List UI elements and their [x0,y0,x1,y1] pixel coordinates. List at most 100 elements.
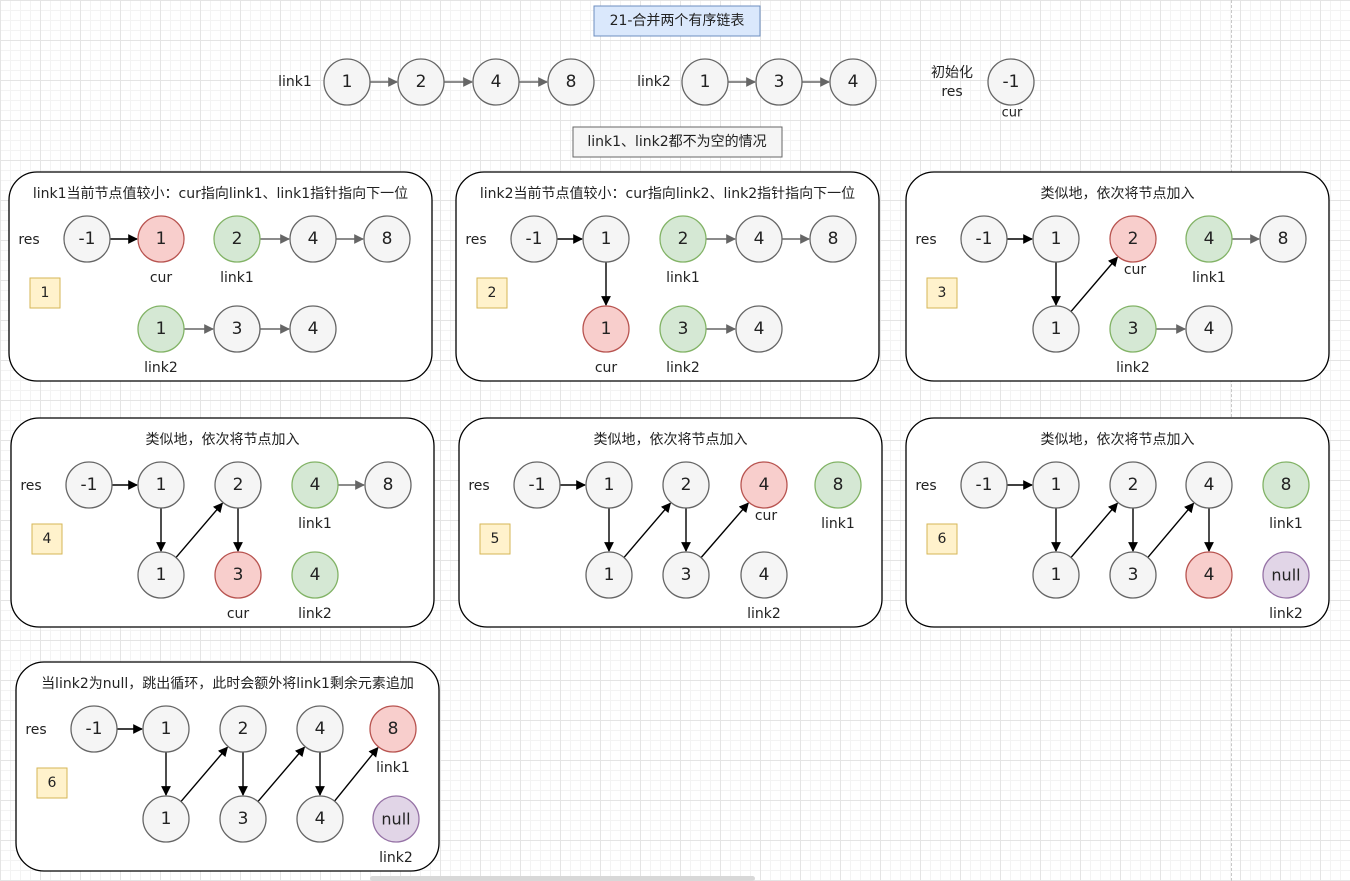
step-number: 4 [43,531,52,547]
step-panel-7: 当link2为null，跳出循环，此时会额外将link1剩余元素追加 res 6 -1… [15,661,440,872]
step-number: 6 [48,775,57,791]
list-node: 3 [659,305,707,353]
intro-link1-label: link1 [278,74,312,90]
res-label: res [465,232,486,248]
node-value: -1 [526,229,543,249]
panel-caption: 类似地，依次将节点加入 [146,432,300,448]
node-value: 4 [759,565,770,585]
panel-caption: link1当前节点值较小：cur指向link1、link1指针指向下一位 [33,185,408,202]
list-node: 1 [137,551,185,599]
list-node: 1 [1032,551,1080,599]
node-value: 1 [700,72,711,92]
intro-link1-node: 4 [472,58,520,106]
panel-caption: link2当前节点值较小：cur指向link2、link2指针指向下一位 [480,185,855,202]
intro-init-label: 初始化 [931,64,973,81]
pointer-label: link2 [747,606,781,622]
horizontal-scrollbar[interactable] [370,876,755,881]
node-value: 1 [604,565,615,585]
list-node: 3 [214,551,262,599]
intro-link1-node: 8 [547,58,595,106]
list-node: -1 [70,705,118,753]
node-value: -1 [976,229,993,249]
list-node: -1 [65,461,113,509]
pointer-label: link1 [821,516,855,532]
list-node: 3 [662,551,710,599]
intro-init-res-label: res [941,84,962,100]
list-node: -1 [960,461,1008,509]
diagram-canvas: 21-合并两个有序链表link1 1 2 4 8 link2 1 3 4 初始化res -1curl… [8,5,1330,872]
list-node: 8 [1262,461,1310,509]
list-node: 4 [735,305,783,353]
pointer-label: cur [1124,262,1147,278]
pointer-label: cur [595,360,618,376]
pointer-label: link2 [1269,606,1303,622]
list-node: 2 [214,461,262,509]
list-node: 2 [213,215,261,263]
node-value: -1 [79,229,96,249]
list-node: 3 [1109,551,1157,599]
step-panel-2: link2当前节点值较小：cur指向link2、link2指针指向下一位 res 2… [455,171,880,382]
node-value: 1 [161,719,172,739]
list-node: 3 [213,305,261,353]
list-node: 4 [291,461,339,509]
pointer-label: cur [227,606,250,622]
node-value: 4 [754,319,765,339]
pointer-label: link2 [144,360,178,376]
list-node: -1 [960,215,1008,263]
intro-link2-label: link2 [637,74,671,90]
node-value: 1 [156,319,167,339]
step-number: 1 [41,285,50,301]
list-node: 1 [582,305,630,353]
list-node: 1 [137,461,185,509]
node-value: 8 [383,475,394,495]
list-node: 4 [1185,551,1233,599]
node-value: 4 [308,229,319,249]
step-number: 3 [938,285,947,301]
pointer-label: link2 [1116,360,1150,376]
node-value: 8 [833,475,844,495]
node-value: 1 [601,319,612,339]
list-node: 1 [582,215,630,263]
list-node: 4 [1185,461,1233,509]
node-value: 4 [315,809,326,829]
panel-frame [905,171,1330,382]
intro-link1-node: 1 [323,58,371,106]
panel-frame [458,417,883,628]
node-value: 4 [759,475,770,495]
pointer-label: link2 [379,850,413,866]
res-label: res [915,232,936,248]
step-panel-4: 类似地，依次将节点加入 res 4 -1 1 2 4 link1 8 1 3 cur 4 link2 [10,417,435,628]
node-value: 3 [678,319,689,339]
intro-link2-node: 1 [681,58,729,106]
pointer-label: link1 [376,760,410,776]
node-value: 8 [1278,229,1289,249]
list-node: 4 [289,305,337,353]
res-label: res [915,478,936,494]
node-value: 4 [754,229,765,249]
list-node: 4 [1185,215,1233,263]
pointer-label: link1 [298,516,332,532]
node-value: 1 [1051,475,1062,495]
panel-caption: 类似地，依次将节点加入 [1041,186,1195,202]
node-value: 1 [601,229,612,249]
list-node: 4 [1185,305,1233,353]
node-value: 3 [1128,565,1139,585]
node-value: 8 [382,229,393,249]
node-value: 4 [1204,319,1215,339]
pointer-label: cur [150,270,173,286]
node-value: -1 [976,475,993,495]
node-value: 3 [233,565,244,585]
intro-init-node: -1 [987,58,1035,106]
panel-frame [10,417,435,628]
node-value: 3 [774,72,785,92]
node-value: 2 [1128,229,1139,249]
list-node: 4 [296,705,344,753]
list-node: 2 [1109,215,1157,263]
node-value: -1 [81,475,98,495]
node-value: 8 [388,719,399,739]
node-value: 8 [1281,475,1292,495]
node-value: 2 [416,72,427,92]
res-label: res [20,478,41,494]
node-value: 3 [238,809,249,829]
step-panel-6: 类似地，依次将节点加入 res 6 -1 1 2 4 8 link1 1 3 4 null link2 [905,417,1330,628]
